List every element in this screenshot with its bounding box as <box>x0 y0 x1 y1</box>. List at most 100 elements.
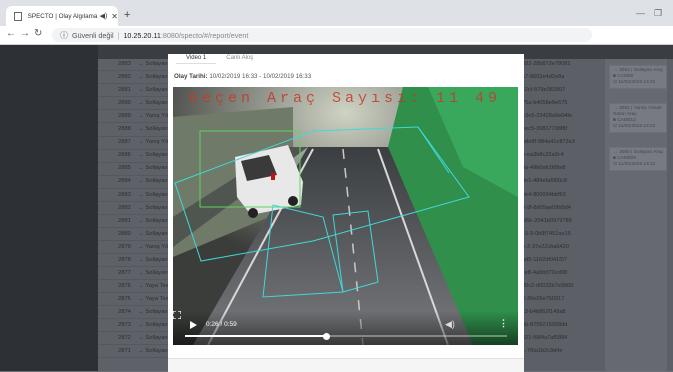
row-id: 2882 <box>118 74 131 81</box>
audio-icon[interactable]: ◀) <box>100 12 108 20</box>
back-icon[interactable]: ← <box>6 28 16 39</box>
row-id: 2884 <box>118 178 131 185</box>
row-event-id: 021-f984a7af5884 <box>522 335 568 342</box>
video-seek-bar[interactable] <box>185 332 507 340</box>
play-icon[interactable] <box>190 321 197 329</box>
forward-icon[interactable]: → <box>20 28 30 39</box>
row-event-id: b-2-37e22cba6420 <box>522 243 569 250</box>
row-event-id: c3-b4b862f149a8 <box>522 308 566 315</box>
tab-live-stream[interactable]: Canlı Akış <box>216 54 263 64</box>
address-bar[interactable]: ⓘ Güvenli değil | 10.25.20.11 :8080/spec… <box>52 28 592 42</box>
more-options-icon[interactable]: ⋮ <box>499 318 508 329</box>
row-event-id: 3b-8755215998dd <box>522 322 568 328</box>
row-event-id: 57-8602e4d2e8a <box>522 74 565 81</box>
row-event-id: 0-9f-8d09ae09b5d4 <box>522 204 571 211</box>
video-player[interactable]: Geçen Araç Sayısı: 11 49 0:26 / 0:59 ◀) … <box>173 87 518 345</box>
minimize-icon[interactable]: — <box>636 8 645 18</box>
row-status: → Sollayan <box>138 87 168 94</box>
reload-icon[interactable]: ↻ <box>34 28 42 39</box>
recent-event-card[interactable]: → 3051 | Yanlış Yönde Gidən Araç ■ CAM012 ⊙… <box>609 103 667 133</box>
card-line: ⊙ 11/02/2019 13:21 <box>613 80 656 85</box>
event-date-label: Olay Tarihi: <box>174 73 208 80</box>
row-event-id: e3e6-23428a9e04fe <box>522 113 573 120</box>
row-id: 2877 <box>118 269 131 276</box>
recent-event-card[interactable]: → 3050 | Sollayan Araç ■ CAM009 ⊙ 11/02/20… <box>609 147 667 171</box>
volume-icon[interactable]: ◀) <box>445 319 455 330</box>
recent-event-card[interactable]: → 3052 | Sollayan Araç ■ CAM08 ⊙ 11/02/201… <box>609 65 667 89</box>
browser-tab[interactable]: SPECTO | Olay Algılama Sis ◀) ✕ <box>6 6 118 26</box>
row-id: 2875 <box>118 295 131 302</box>
row-id: 2881 <box>118 217 131 224</box>
row-status: → Sollayan <box>138 165 168 172</box>
row-event-id: 8a-49b0afc088e8 <box>522 165 566 172</box>
row-id: 2881 <box>118 87 131 94</box>
row-id: 2879 <box>118 243 131 250</box>
row-event-id: bf9c-2041b0979786 <box>522 217 572 224</box>
row-status: → Sollayan <box>138 152 168 159</box>
row-event-id: ce8-4a0b072ed98 <box>522 269 568 276</box>
row-status: → Sollayan <box>138 126 168 133</box>
seek-progress <box>185 335 327 337</box>
tunnel-camera-frame <box>173 87 518 345</box>
row-event-id: ad5-1162df041f37 <box>522 256 567 263</box>
row-id: 2883 <box>118 191 131 198</box>
row-event-id: 0-36e26e750917 <box>522 295 565 302</box>
card-line: ⊙ 11/02/2019 13:12 <box>613 162 656 167</box>
row-id: 2886 <box>118 152 131 159</box>
left-sidebar <box>0 45 98 371</box>
video-time: 0:26 / 0:59 <box>206 321 237 328</box>
event-date-value: 10/02/2019 16:33 - 10/02/2019 16:33 <box>209 73 312 80</box>
row-status: → Sollayan <box>138 217 168 224</box>
row-event-id: c2cf-879e082807 <box>522 87 566 94</box>
url-host: 10.25.20.11 <box>123 30 161 40</box>
row-id: 2878 <box>118 256 131 263</box>
row-event-id: 1-7f0a1b2c3d4e <box>522 348 563 355</box>
row-status: → Sollayan <box>138 322 168 328</box>
card-line: ⊙ 11/02/2019 13:22 <box>613 124 656 129</box>
row-status: → Sollayan <box>138 308 168 315</box>
row-status: → Sollayan <box>138 204 168 211</box>
security-label: Güvenli değil <box>72 30 114 40</box>
row-event-id: de1-484efa6f00c8 <box>522 178 568 185</box>
row-status: → Sollayan <box>138 100 168 107</box>
row-status: → Sollayan <box>138 256 168 263</box>
info-icon[interactable]: ⓘ <box>60 30 68 41</box>
row-event-id: 5-ea3b8c22a9c4 <box>522 152 564 159</box>
duration: 0:59 <box>224 321 237 328</box>
modal-tabs: Video 1 Canlı Akış <box>176 54 263 64</box>
tab-video-1[interactable]: Video 1 <box>176 54 217 64</box>
current-time: 0:26 <box>206 321 219 328</box>
row-status: → Sollayan <box>138 230 168 237</box>
row-id: 2874 <box>118 308 131 315</box>
row-id: 2890 <box>118 100 131 107</box>
row-status: → Sollayan <box>138 61 168 67</box>
page-icon <box>14 11 22 21</box>
row-id: 2888 <box>118 126 131 133</box>
seek-handle[interactable] <box>323 332 331 340</box>
row-status: → Sollayan <box>138 178 168 185</box>
row-status: → Sollayan <box>138 335 168 342</box>
row-event-id: 75a-b4058e6e675 <box>522 100 568 107</box>
row-event-id: d82-28b872e78081 <box>522 61 571 67</box>
new-tab-button[interactable]: + <box>124 9 130 21</box>
row-event-id: 15-9-0b9f7451ae15 <box>522 230 571 237</box>
row-status: → Sollayan <box>138 191 168 198</box>
vehicle-count-overlay: Geçen Araç Sayısı: 11 49 <box>189 90 502 107</box>
row-id: 2873 <box>118 322 131 328</box>
row-event-id: eec5-39817708f8f <box>522 126 568 133</box>
url-path: :8080/specto/#/report/event <box>160 30 249 40</box>
url-separator: | <box>117 30 120 40</box>
event-modal: Video 1 Canlı Akış Olay Tarihi: 10/02/20… <box>168 54 524 372</box>
row-id: 2871 <box>118 348 131 355</box>
close-tab-icon[interactable]: ✕ <box>111 12 118 21</box>
restore-icon[interactable]: ❐ <box>654 8 662 19</box>
row-status: → Sollayan <box>138 269 168 276</box>
row-id: 2882 <box>118 204 131 211</box>
fullscreen-icon[interactable] <box>173 311 181 319</box>
modal-footer <box>168 358 524 372</box>
video-controls: 0:26 / 0:59 ◀) ⋮ <box>173 311 518 345</box>
tab-title: SPECTO | Olay Algılama Sis <box>27 12 98 20</box>
row-id: 2876 <box>118 282 131 289</box>
event-date: Olay Tarihi: 10/02/2019 16:33 - 10/02/20… <box>174 73 311 80</box>
row-id: 2889 <box>118 113 131 120</box>
